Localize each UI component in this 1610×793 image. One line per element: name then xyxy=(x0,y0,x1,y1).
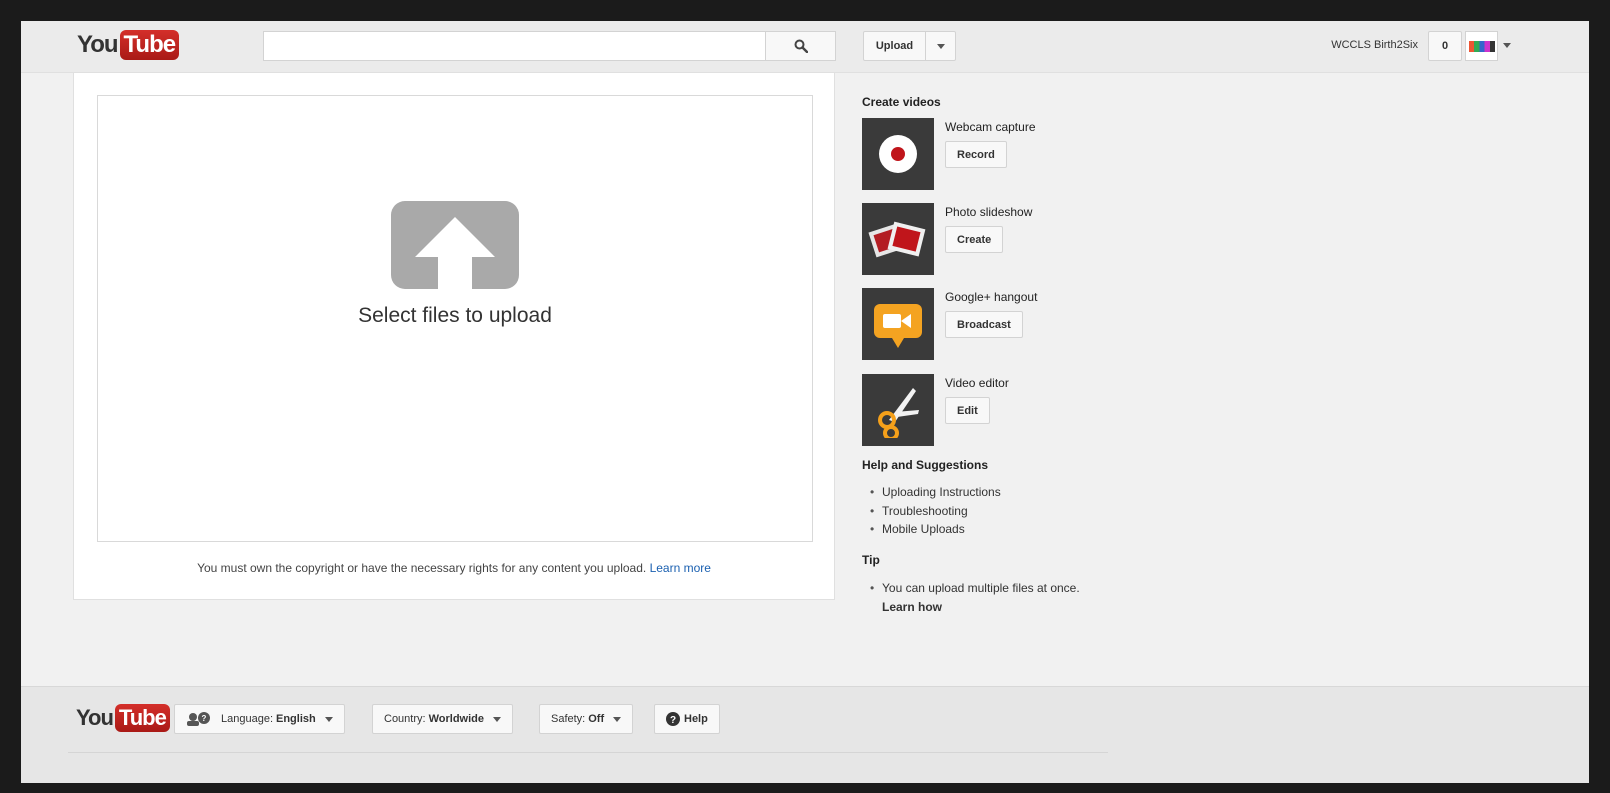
language-selector[interactable]: ? Language: English xyxy=(174,704,345,734)
copyright-text: You must own the copyright or have the n… xyxy=(197,561,647,575)
youtube-logo[interactable]: You Tube xyxy=(77,30,180,60)
account-menu-caret-icon[interactable] xyxy=(1503,43,1511,48)
learn-more-link[interactable]: Learn more xyxy=(650,561,711,575)
video-editor-title: Video editor xyxy=(945,376,1009,390)
troubleshooting-link[interactable]: Troubleshooting xyxy=(882,504,968,518)
logo-tube-text: Tube xyxy=(119,30,180,60)
google-hangout-item: Google+ hangout Broadcast xyxy=(862,288,1162,362)
help-suggestions-title: Help and Suggestions xyxy=(862,458,989,472)
list-item: Mobile Uploads xyxy=(862,520,1162,539)
copyright-notice: You must own the copyright or have the n… xyxy=(74,561,834,575)
masthead: You Tube Upload WCCLS Birth2Six 0 xyxy=(21,21,1589,73)
username[interactable]: WCCLS Birth2Six xyxy=(1261,39,1418,51)
tip-text: You can upload multiple files at once. xyxy=(882,581,1080,595)
search-icon xyxy=(794,39,808,53)
upload-arrow-icon xyxy=(391,201,519,289)
scissors-icon[interactable] xyxy=(862,374,934,446)
footer: You Tube ? Language: English Country: Wo… xyxy=(21,686,1589,783)
safety-value: Off xyxy=(588,713,605,725)
list-item: You can upload multiple files at once. L… xyxy=(862,579,1162,616)
webcam-capture-item: Webcam capture Record xyxy=(862,118,1162,192)
logo-tube-text: Tube xyxy=(114,704,170,732)
edit-button[interactable]: Edit xyxy=(945,397,990,424)
avatar[interactable] xyxy=(1465,31,1498,61)
chevron-down-icon xyxy=(324,716,333,722)
search-input[interactable] xyxy=(263,31,765,61)
country-value: Worldwide xyxy=(428,713,484,725)
footer-divider xyxy=(68,752,1108,753)
safety-selector[interactable]: Safety: Off xyxy=(539,704,634,734)
create-videos-title: Create videos xyxy=(862,95,941,109)
video-editor-item: Video editor Edit xyxy=(862,374,1162,448)
photo-slideshow-icon[interactable] xyxy=(862,203,934,275)
help-button[interactable]: ? Help xyxy=(654,704,720,734)
list-item: Troubleshooting xyxy=(862,502,1162,521)
upload-panel: Select files to upload You must own the … xyxy=(73,73,835,600)
search-button[interactable] xyxy=(765,31,836,61)
tip-list: You can upload multiple files at once. L… xyxy=(862,579,1162,616)
broadcast-button[interactable]: Broadcast xyxy=(945,311,1023,338)
logo-you-text: You xyxy=(76,705,114,730)
chevron-down-icon xyxy=(613,716,622,722)
record-icon[interactable] xyxy=(862,118,934,190)
learn-how-link[interactable]: Learn how xyxy=(882,598,1162,617)
photo-slideshow-title: Photo slideshow xyxy=(945,205,1033,219)
hangout-camera-icon[interactable] xyxy=(862,288,934,360)
svg-text:?: ? xyxy=(670,715,676,726)
help-label: Help xyxy=(684,713,708,725)
webcam-capture-title: Webcam capture xyxy=(945,120,1036,134)
chevron-down-icon xyxy=(493,716,501,722)
mobile-uploads-link[interactable]: Mobile Uploads xyxy=(882,522,965,536)
create-slideshow-button[interactable]: Create xyxy=(945,226,1004,253)
language-people-icon: ? xyxy=(187,712,210,726)
help-links-list: Uploading Instructions Troubleshooting M… xyxy=(862,483,1162,539)
record-button[interactable]: Record xyxy=(945,141,1007,168)
logo-you-text: You xyxy=(77,31,119,58)
select-files-text: Select files to upload xyxy=(358,304,552,327)
browser-frame: You Tube Upload WCCLS Birth2Six 0 Select… xyxy=(21,21,1589,783)
language-value: English xyxy=(276,713,316,725)
uploading-instructions-link[interactable]: Uploading Instructions xyxy=(882,485,1001,499)
language-label: Language: xyxy=(221,713,273,725)
footer-youtube-logo[interactable]: You Tube xyxy=(76,704,170,732)
country-selector[interactable]: Country: Worldwide xyxy=(372,704,513,734)
chevron-down-icon xyxy=(936,43,945,49)
file-drop-zone[interactable]: Select files to upload xyxy=(97,95,813,542)
notifications-button[interactable]: 0 xyxy=(1428,31,1462,61)
help-icon: ? xyxy=(666,712,680,726)
tip-title: Tip xyxy=(862,553,880,567)
photo-slideshow-item: Photo slideshow Create xyxy=(862,203,1162,277)
country-label: Country: xyxy=(384,713,426,725)
google-hangout-title: Google+ hangout xyxy=(945,290,1038,304)
list-item: Uploading Instructions xyxy=(862,483,1162,502)
upload-menu-button[interactable] xyxy=(925,31,956,61)
safety-label: Safety: xyxy=(551,713,586,725)
svg-text:?: ? xyxy=(202,714,207,723)
upload-button[interactable]: Upload xyxy=(863,31,926,61)
avatar-image xyxy=(1468,40,1495,52)
